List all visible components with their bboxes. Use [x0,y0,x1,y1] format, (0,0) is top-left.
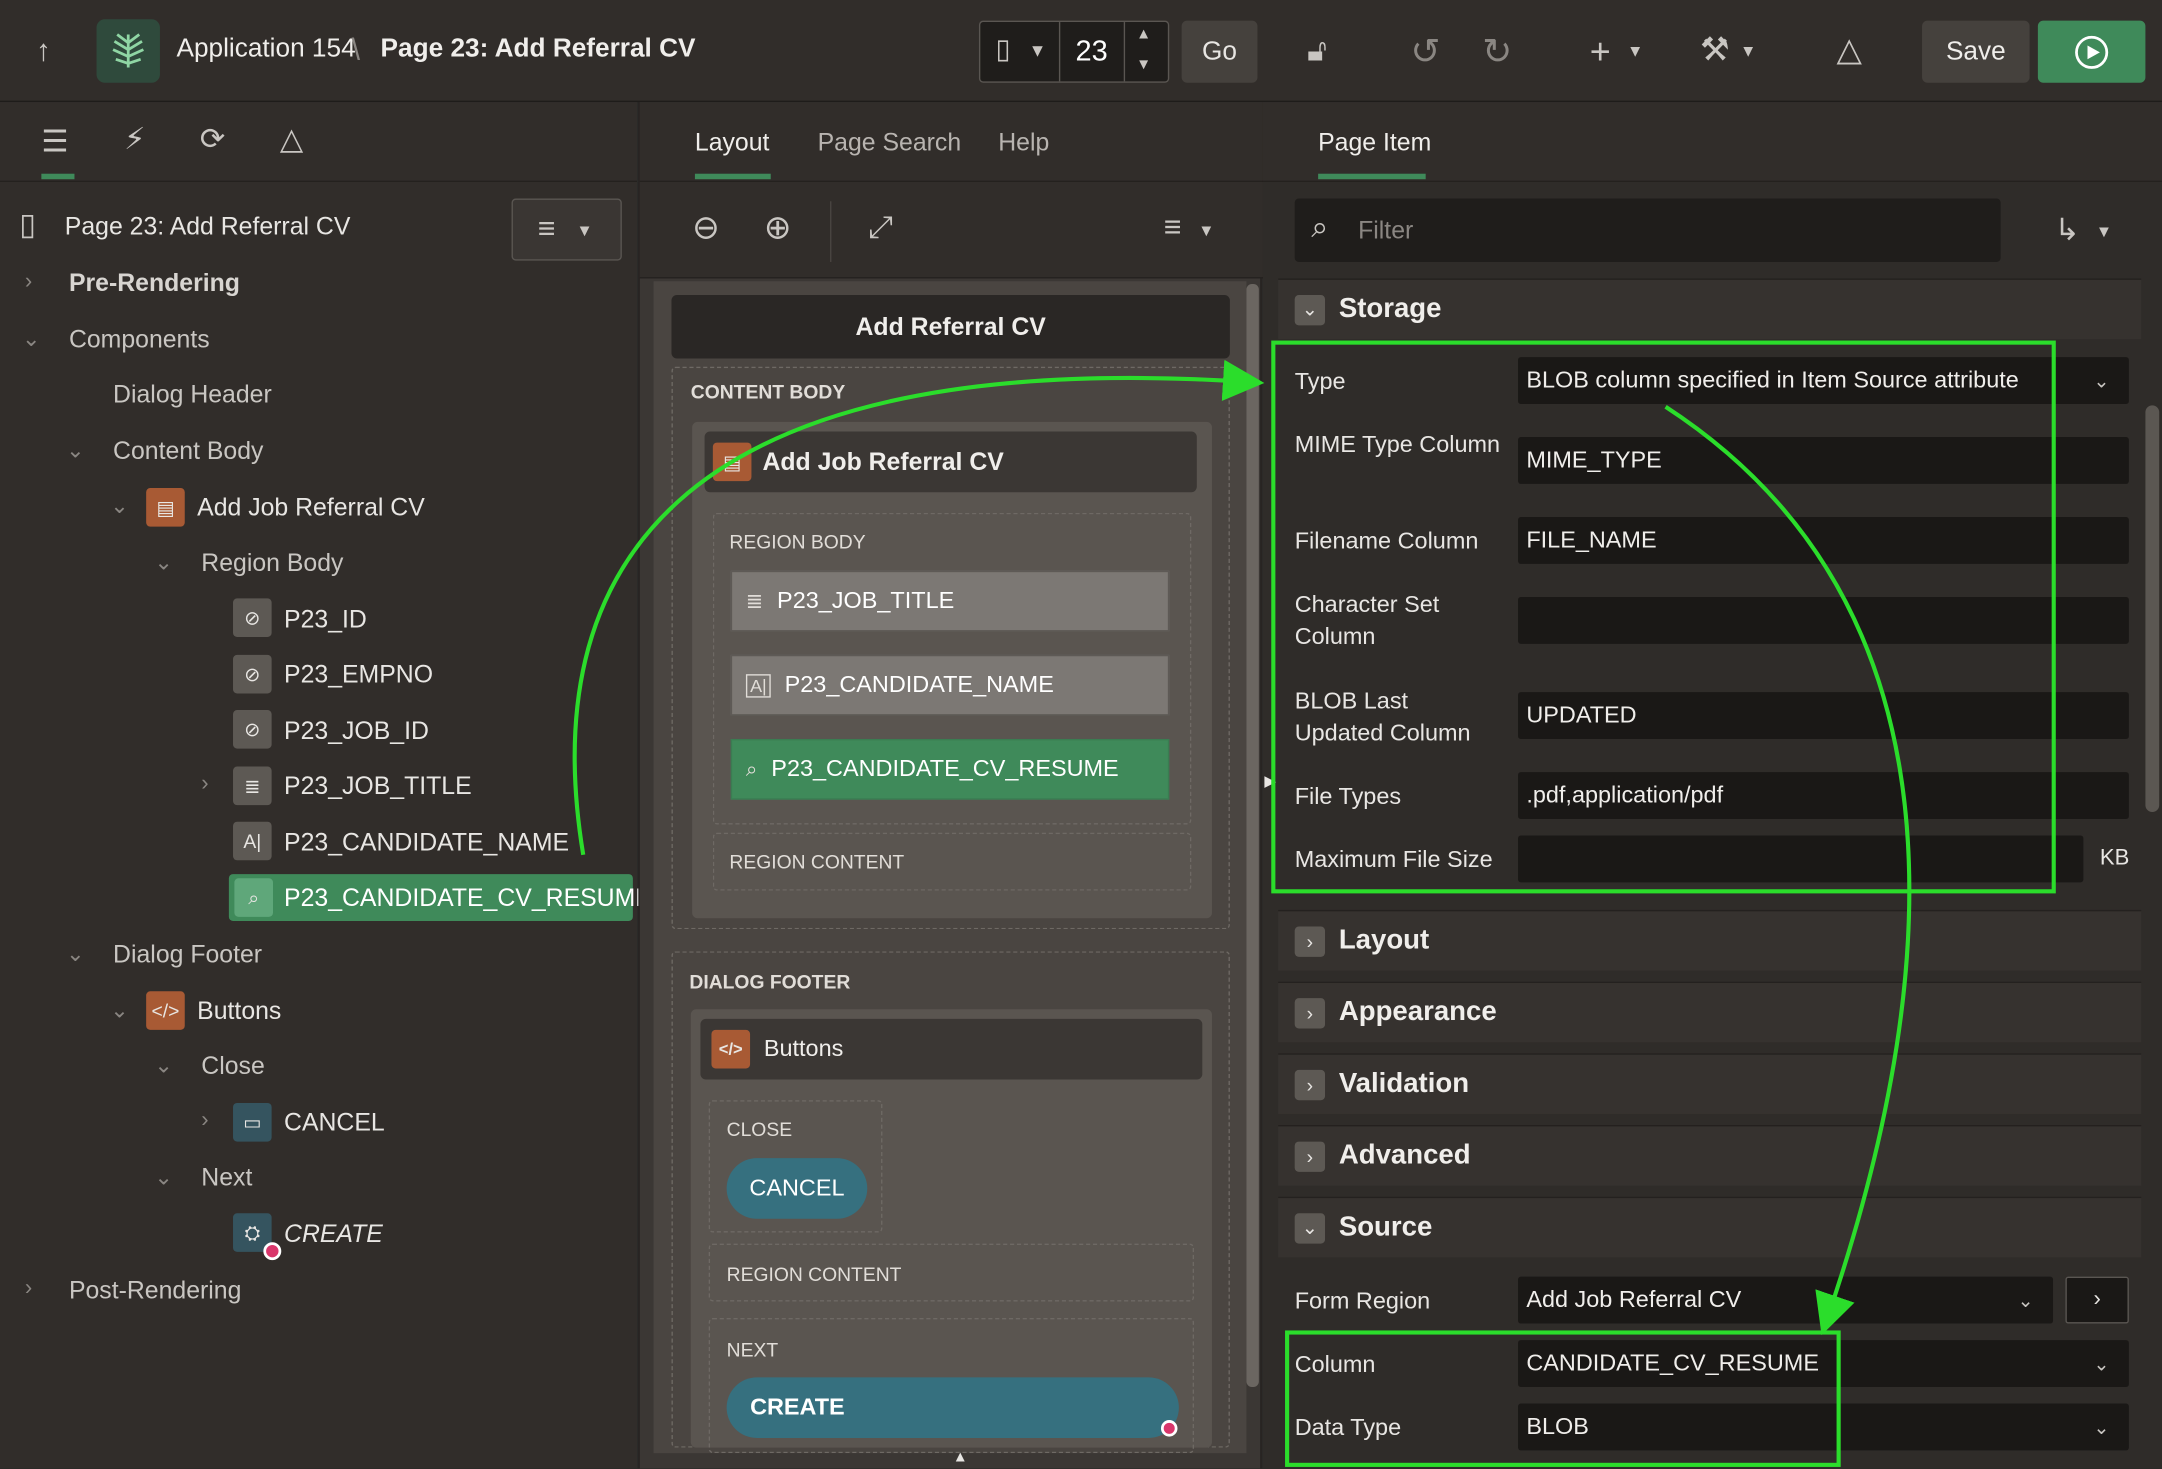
annotation-arrows [572,359,1912,1336]
arrow-tree-to-storage [572,359,1265,856]
arrow-type-to-column [1664,404,1912,1336]
